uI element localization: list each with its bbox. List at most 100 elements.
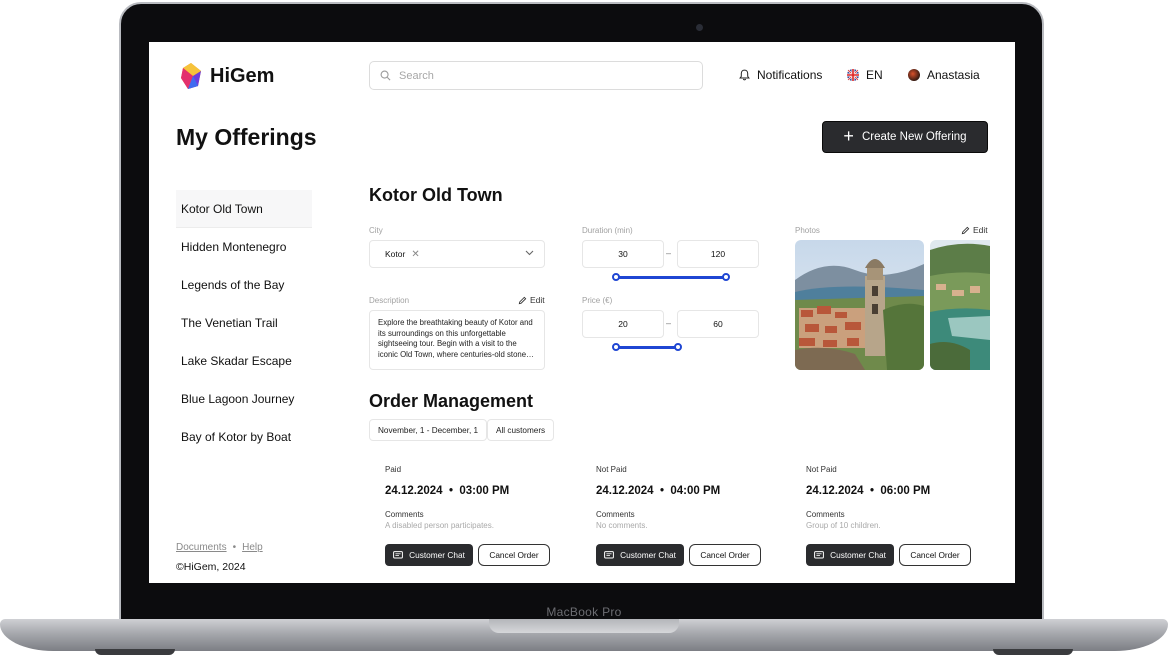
- laptop-foot-right: [993, 649, 1073, 655]
- city-select[interactable]: Kotor ✕: [369, 240, 545, 268]
- price-max-input[interactable]: 60: [677, 310, 759, 338]
- avatar: [908, 69, 920, 81]
- price-min-input[interactable]: 20: [582, 310, 664, 338]
- duration-min-input[interactable]: 30: [582, 240, 664, 268]
- comments-label: Comments: [385, 510, 424, 519]
- order-comment: Group of 10 children.: [806, 521, 881, 530]
- order-date: 24.12.2024: [596, 485, 654, 497]
- description-edit-button[interactable]: Edit: [518, 295, 545, 305]
- price-slider-min-handle[interactable]: [612, 343, 620, 351]
- remove-city-icon[interactable]: ✕: [411, 249, 419, 260]
- device-label: MacBook Pro: [546, 605, 622, 619]
- logo[interactable]: HiGem: [179, 62, 274, 90]
- chat-icon: [814, 550, 824, 559]
- footer-separator: •: [232, 542, 237, 553]
- price-slider-max-handle[interactable]: [674, 343, 682, 351]
- cancel-order-button[interactable]: Cancel Order: [899, 544, 971, 566]
- sidebar-item-hidden-montenegro[interactable]: Hidden Montenegro: [176, 228, 312, 266]
- kotor-photo-1[interactable]: [795, 240, 924, 370]
- sidebar-item-kotor-old-town[interactable]: Kotor Old Town: [176, 190, 312, 228]
- city-label: City: [369, 226, 383, 235]
- sidebar-item-bay-of-kotor-by-boat[interactable]: Bay of Kotor by Boat: [176, 418, 312, 456]
- pencil-icon: [518, 296, 527, 304]
- payment-status: Not Paid: [596, 465, 627, 474]
- copyright: ©HiGem, 2024: [176, 561, 246, 573]
- order-date: 24.12.2024: [806, 485, 864, 497]
- comments-label: Comments: [806, 510, 845, 519]
- price-slider-track[interactable]: [616, 346, 678, 349]
- laptop-base: [0, 619, 1168, 651]
- page-title: My Offerings: [176, 124, 317, 150]
- sidebar-item-venetian-trail[interactable]: The Venetian Trail: [176, 304, 312, 342]
- duration-slider-track[interactable]: [616, 276, 726, 279]
- order-datetime: 24.12.2024 • 03:00 PM: [385, 485, 575, 497]
- help-link[interactable]: Help: [242, 542, 263, 553]
- datetime-separator: •: [866, 485, 878, 497]
- duration-max-input[interactable]: 120: [677, 240, 759, 268]
- customer-chat-button[interactable]: Customer Chat: [385, 544, 473, 566]
- chat-icon: [393, 550, 403, 559]
- chevron-down-icon: [525, 250, 534, 256]
- documents-link[interactable]: Documents: [176, 542, 227, 553]
- plus-icon: +: [843, 126, 854, 146]
- duration-slider-max-handle[interactable]: [722, 273, 730, 281]
- order-datetime: 24.12.2024 • 06:00 PM: [806, 485, 996, 497]
- laptop-notch: [489, 619, 679, 633]
- sidebar-item-legends-of-the-bay[interactable]: Legends of the Bay: [176, 266, 312, 304]
- sidebar-item-blue-lagoon-journey[interactable]: Blue Lagoon Journey: [176, 380, 312, 418]
- search-placeholder: Search: [399, 69, 434, 82]
- gem-logo-icon: [181, 63, 201, 89]
- duration-slider-min-handle[interactable]: [612, 273, 620, 281]
- offerings-list: Kotor Old Town Hidden Montenegro Legends…: [176, 190, 312, 456]
- order-actions: Customer Chat Cancel Order: [385, 544, 575, 566]
- comments-label: Comments: [596, 510, 635, 519]
- order-actions: Customer Chat Cancel Order: [806, 544, 996, 566]
- customer-chat-label: Customer Chat: [409, 550, 465, 560]
- order-date: 24.12.2024: [385, 485, 443, 497]
- create-offering-button[interactable]: + Create New Offering: [822, 121, 988, 153]
- photos-label: Photos: [795, 226, 820, 235]
- notifications-button[interactable]: Notifications: [739, 68, 822, 82]
- bell-icon: [739, 69, 750, 81]
- sidebar-item-lake-skadar-escape[interactable]: Lake Skadar Escape: [176, 342, 312, 380]
- description-label: Description: [369, 296, 410, 305]
- laptop-foot-left: [95, 649, 175, 655]
- search-input[interactable]: Search: [369, 61, 703, 90]
- app-screen: HiGem Search Notifications EN Anastasia …: [149, 42, 1015, 583]
- customers-filter[interactable]: All customers: [487, 419, 555, 441]
- order-datetime: 24.12.2024 • 04:00 PM: [596, 485, 786, 497]
- search-icon: [380, 70, 391, 81]
- language-selector[interactable]: EN: [847, 68, 883, 82]
- create-offering-label: Create New Offering: [861, 131, 967, 143]
- order-time: 04:00 PM: [670, 485, 721, 497]
- language-label: EN: [866, 68, 883, 82]
- order-comment: A disabled person participates.: [385, 521, 494, 530]
- orders-title: Order Management: [369, 391, 534, 411]
- pencil-icon: [961, 226, 970, 234]
- order-card: Paid 24.12.2024 • 03:00 PM Comments A di…: [385, 465, 575, 566]
- order-card: Not Paid 24.12.2024 • 04:00 PM Comments …: [596, 465, 786, 566]
- date-range-filter[interactable]: November, 1 - December, 1: [369, 419, 488, 441]
- price-label: Price (€): [582, 296, 613, 305]
- photos-edit-button[interactable]: Edit: [961, 225, 988, 235]
- customer-chat-button[interactable]: Customer Chat: [806, 544, 894, 566]
- logo-text: HiGem: [210, 64, 275, 87]
- photos-edit-label: Edit: [973, 225, 988, 235]
- description-textarea[interactable]: Explore the breathtaking beauty of Kotor…: [369, 310, 545, 370]
- cancel-order-button[interactable]: Cancel Order: [478, 544, 550, 566]
- notifications-label: Notifications: [757, 68, 823, 82]
- cancel-order-button[interactable]: Cancel Order: [689, 544, 761, 566]
- duration-label: Duration (min): [582, 226, 633, 235]
- kotor-photo-2[interactable]: [930, 240, 990, 370]
- user-menu[interactable]: Anastasia: [908, 68, 980, 82]
- description-edit-label: Edit: [530, 295, 545, 305]
- customer-chat-label: Customer Chat: [620, 550, 676, 560]
- chat-icon: [604, 550, 614, 559]
- range-dash: –: [666, 248, 672, 258]
- kotor-bell-tower-photo: [795, 240, 924, 370]
- user-name: Anastasia: [927, 68, 980, 82]
- order-comment: No comments.: [596, 521, 648, 530]
- customer-chat-button[interactable]: Customer Chat: [596, 544, 684, 566]
- payment-status: Not Paid: [806, 465, 837, 474]
- payment-status: Paid: [385, 465, 402, 474]
